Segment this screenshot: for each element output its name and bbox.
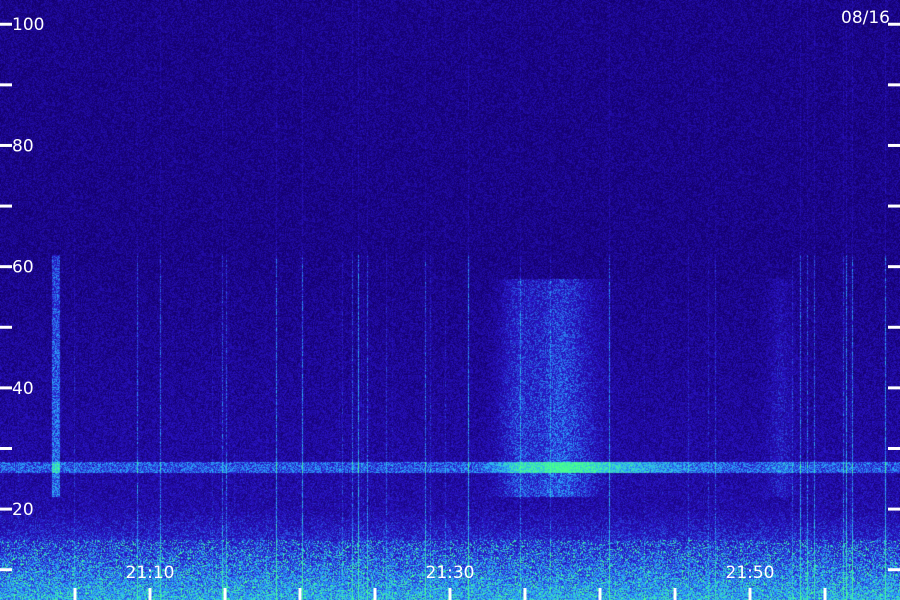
y-axis: 20 40 60 80 100 — [0, 15, 900, 572]
spectrogram-axes: 20 40 60 80 100 21:10 21:30 21:50 08/16 — [0, 8, 900, 600]
y-tick-label: 100 — [12, 15, 44, 35]
y-tick-label: 60 — [12, 258, 34, 278]
x-axis: 21:10 21:30 21:50 — [73, 563, 827, 600]
x-tick-label: 21:30 — [426, 563, 475, 583]
y-tick-label: 20 — [12, 500, 34, 520]
x-tick-label: 21:10 — [126, 563, 175, 583]
y-tick-label: 80 — [12, 136, 34, 156]
x-tick-label: 21:50 — [726, 563, 775, 583]
y-tick-label: 40 — [12, 379, 34, 399]
date-label: 08/16 — [841, 8, 890, 28]
